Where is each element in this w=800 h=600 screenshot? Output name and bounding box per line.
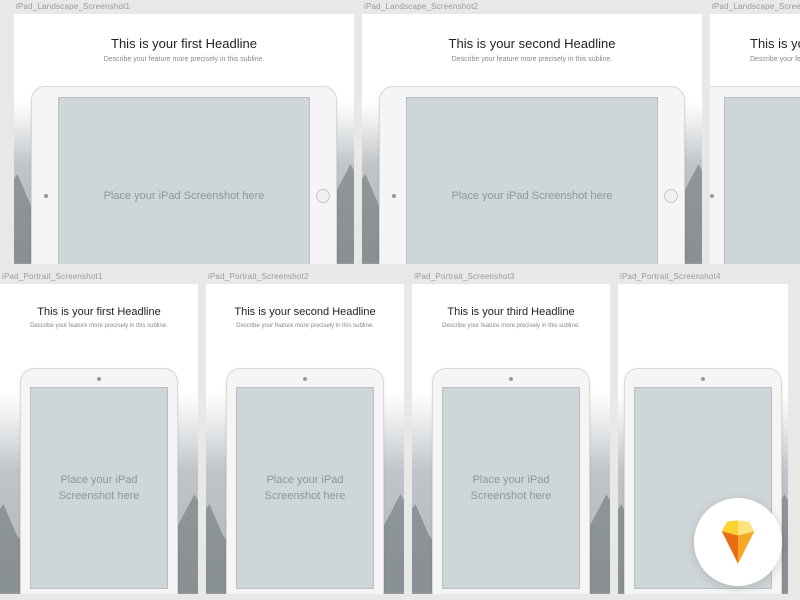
artboard-portrait-2[interactable]: This is your second Headline Describe yo… bbox=[206, 284, 404, 594]
artboard-label[interactable]: iPad_Portrait_Screenshot1 bbox=[0, 272, 198, 284]
camera-icon bbox=[44, 194, 48, 198]
headline-text: This is your first Headline bbox=[0, 284, 198, 318]
headline-text: This is your second Headline bbox=[206, 284, 404, 318]
artboard-group-portrait-3: iPad_Portrait_Screenshot3 This is your t… bbox=[412, 272, 610, 594]
subline-text: Describe your feature more precisely in … bbox=[14, 56, 354, 63]
subline-text: Describe your feature more precisely in … bbox=[710, 56, 800, 63]
artboard-group-landscape-3: iPad_Landscape_Screenshot3 This is your … bbox=[710, 2, 800, 264]
camera-icon bbox=[701, 377, 705, 381]
placeholder-text: Place your iPad Screenshot here bbox=[442, 188, 623, 205]
headline-text: This is your bbox=[710, 14, 800, 51]
headline-text: This is your first Headline bbox=[14, 14, 354, 51]
ipad-mockup: Place your iPad Screenshot here bbox=[432, 368, 590, 594]
ipad-mockup: Place your iPad Screenshot here bbox=[31, 86, 337, 264]
subline-text: Describe your feature more precisely in … bbox=[0, 323, 198, 329]
camera-icon bbox=[303, 377, 307, 381]
headline-text: This is your third Headline bbox=[412, 284, 610, 318]
artboard-label[interactable]: iPad_Landscape_Screenshot3 bbox=[710, 2, 800, 14]
home-button-icon bbox=[664, 189, 678, 203]
artboard-portrait-3[interactable]: This is your third Headline Describe you… bbox=[412, 284, 610, 594]
screenshot-placeholder[interactable]: Place your iPad Screenshot here bbox=[442, 387, 580, 589]
ipad-mockup: Place your iPad Screenshot here bbox=[20, 368, 178, 594]
camera-icon bbox=[97, 377, 101, 381]
screenshot-placeholder[interactable] bbox=[724, 97, 800, 264]
artboard-landscape-1[interactable]: This is your first Headline Describe you… bbox=[14, 14, 354, 264]
placeholder-text: Place your iPad Screenshot here bbox=[94, 188, 275, 205]
artboard-group-portrait-1: iPad_Portrait_Screenshot1 This is your f… bbox=[0, 272, 198, 594]
artboard-landscape-3[interactable]: This is your Describe your feature more … bbox=[710, 14, 800, 264]
artboard-label[interactable]: iPad_Portrait_Screenshot3 bbox=[412, 272, 610, 284]
subline-text: Describe your feature more precisely in … bbox=[362, 56, 702, 63]
screenshot-placeholder[interactable]: Place your iPad Screenshot here bbox=[30, 387, 168, 589]
screenshot-placeholder[interactable]: Place your iPad Screenshot here bbox=[58, 97, 310, 264]
artboard-label[interactable]: iPad_Landscape_Screenshot1 bbox=[14, 2, 354, 14]
artboard-group-landscape-2: iPad_Landscape_Screenshot2 This is your … bbox=[362, 2, 702, 264]
placeholder-text: Place your iPad Screenshot here bbox=[255, 472, 356, 505]
sketch-canvas[interactable]: iPad_Landscape_Screenshot1 This is your … bbox=[0, 0, 800, 594]
row-landscape: iPad_Landscape_Screenshot1 This is your … bbox=[0, 2, 800, 264]
artboard-group-portrait-2: iPad_Portrait_Screenshot2 This is your s… bbox=[206, 272, 404, 594]
artboard-portrait-1[interactable]: This is your first Headline Describe you… bbox=[0, 284, 198, 594]
sketch-app-icon bbox=[694, 498, 782, 586]
ipad-mockup: Place your iPad Screenshot here bbox=[379, 86, 685, 264]
camera-icon bbox=[392, 194, 396, 198]
placeholder-text: Place your iPad Screenshot here bbox=[49, 472, 150, 505]
ipad-mockup bbox=[710, 86, 800, 264]
artboard-label[interactable]: iPad_Landscape_Screenshot2 bbox=[362, 2, 702, 14]
row-portrait: iPad_Portrait_Screenshot1 This is your f… bbox=[0, 272, 800, 594]
camera-icon bbox=[509, 377, 513, 381]
artboard-label[interactable]: iPad_Portrait_Screenshot2 bbox=[206, 272, 404, 284]
camera-icon bbox=[710, 194, 714, 198]
diamond-icon bbox=[711, 515, 765, 569]
artboard-label[interactable]: iPad_Portrait_Screenshot4 bbox=[618, 272, 788, 284]
subline-text: Describe your feature more precisely in … bbox=[206, 323, 404, 329]
home-button-icon bbox=[316, 189, 330, 203]
placeholder-text: Place your iPad Screenshot here bbox=[461, 472, 562, 505]
artboard-landscape-2[interactable]: This is your second Headline Describe yo… bbox=[362, 14, 702, 264]
subline-text: Describe your feature more precisely in … bbox=[412, 323, 610, 329]
screenshot-placeholder[interactable]: Place your iPad Screenshot here bbox=[406, 97, 658, 264]
artboard-group-landscape-1: iPad_Landscape_Screenshot1 This is your … bbox=[14, 2, 354, 264]
ipad-mockup: Place your iPad Screenshot here bbox=[226, 368, 384, 594]
headline-text: This is your second Headline bbox=[362, 14, 702, 51]
screenshot-placeholder[interactable]: Place your iPad Screenshot here bbox=[236, 387, 374, 589]
